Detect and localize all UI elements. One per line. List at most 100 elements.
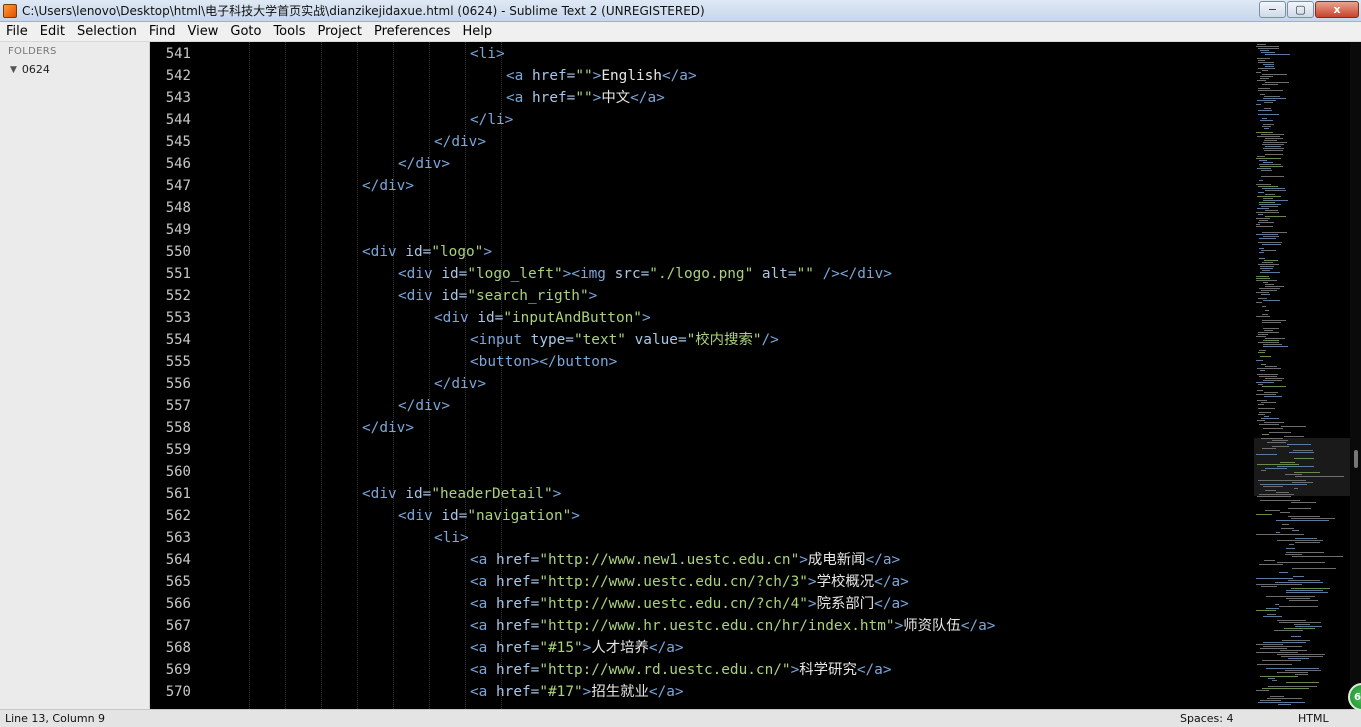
code-line[interactable]: </div> [434, 131, 486, 153]
minimap-viewport[interactable] [1254, 438, 1350, 496]
expand-arrow-icon[interactable]: ▼ [10, 65, 17, 75]
minimap-line [1262, 434, 1269, 435]
minimap-line [1261, 586, 1277, 587]
code-line[interactable]: <a href="#17">招生就业</a> [470, 681, 684, 703]
menu-goto[interactable]: Goto [224, 22, 267, 42]
menu-selection[interactable]: Selection [71, 22, 143, 42]
minimap-line [1258, 242, 1282, 243]
minimap-line [1262, 70, 1268, 71]
menu-help[interactable]: Help [456, 22, 498, 42]
folder-item-0624[interactable]: ▼ 0624 [10, 63, 149, 76]
code-line[interactable]: </div> [434, 373, 486, 395]
minimap-line [1257, 496, 1291, 497]
code-line[interactable]: <a href="http://www.uestc.edu.cn/?ch/3">… [470, 571, 909, 593]
code-line[interactable]: <div id="navigation"> [398, 505, 580, 527]
minimap-line [1259, 248, 1264, 249]
code-line[interactable]: <button></button> [470, 351, 617, 373]
indent-guide [285, 42, 286, 709]
code-line[interactable]: </div> [362, 417, 414, 439]
indentation-setting[interactable]: Spaces: 4 [1180, 712, 1233, 725]
code-line[interactable]: </li> [470, 109, 513, 131]
minimap-line [1286, 598, 1310, 599]
menu-project[interactable]: Project [311, 22, 367, 42]
minimap-line [1265, 510, 1280, 511]
minimap-line [1291, 502, 1316, 503]
scrollbar-thumb[interactable] [1354, 450, 1358, 468]
code-line[interactable]: <li> [434, 527, 469, 549]
minimap[interactable] [1254, 42, 1350, 709]
code-line[interactable]: <div id="inputAndButton"> [434, 307, 651, 329]
code-token-tag: <a [470, 596, 496, 612]
code-token-attr: href= [496, 662, 540, 678]
menu-file[interactable]: File [0, 22, 34, 42]
minimap-line [1263, 162, 1273, 163]
window-title: C:\Users\lenovo\Desktop\html\电子科技大学首页实战\… [22, 4, 705, 18]
code-line[interactable]: <li> [470, 43, 505, 65]
minimap-line [1277, 562, 1325, 563]
code-token-str: "headerDetail" [431, 486, 553, 502]
minimap-line [1266, 668, 1319, 669]
minimap-line [1256, 690, 1269, 691]
minimap-line [1267, 698, 1302, 699]
code-line[interactable]: <a href="">中文</a> [506, 87, 665, 109]
code-token-tag: <a [470, 640, 496, 656]
line-number: 561 [165, 486, 191, 502]
minimap-line [1263, 64, 1274, 65]
minimap-line [1256, 212, 1279, 213]
minimap-line [1256, 224, 1260, 225]
code-line[interactable]: <a href="http://www.new1.uestc.edu.cn">成… [470, 549, 900, 571]
menu-view[interactable]: View [182, 22, 225, 42]
menu-find[interactable]: Find [143, 22, 182, 42]
code-line[interactable]: <a href="">English</a> [506, 65, 697, 87]
maximize-button[interactable]: ▢ [1287, 1, 1314, 18]
minimap-line [1256, 226, 1273, 227]
minimap-line [1259, 258, 1265, 259]
menu-tools[interactable]: Tools [267, 22, 311, 42]
minimap-line [1289, 544, 1294, 545]
minimap-line [1259, 288, 1280, 289]
minimap-line [1265, 338, 1285, 339]
minimap-line [1260, 268, 1273, 269]
code-token-tag: </div> [434, 376, 486, 392]
code-token-tag: <a [506, 90, 532, 106]
code-line[interactable]: </div> [398, 395, 450, 417]
line-number: 555 [165, 354, 191, 370]
minimap-line [1258, 352, 1265, 353]
minimap-line [1256, 292, 1269, 293]
code-line[interactable]: <div id="logo_left"><img src="./logo.png… [398, 263, 892, 285]
code-token-tag: </div> [839, 266, 892, 282]
code-token-tag: <div [398, 266, 442, 282]
close-button[interactable]: x [1315, 1, 1359, 18]
code-line[interactable]: <a href="http://www.hr.uestc.edu.cn/hr/i… [470, 615, 995, 637]
minimap-line [1262, 262, 1273, 263]
minimap-line [1257, 464, 1299, 465]
code-line[interactable]: <input type="text" value="校内搜索"/> [470, 329, 779, 351]
code-line[interactable]: <a href="http://www.uestc.edu.cn/?ch/4">… [470, 593, 909, 615]
minimap-line [1263, 486, 1283, 487]
vertical-scrollbar[interactable] [1350, 42, 1361, 709]
code-line[interactable]: <div id="search_rigth"> [398, 285, 597, 307]
code-line[interactable]: <a href="http://www.rd.uestc.edu.cn/">科学… [470, 659, 892, 681]
code-editor[interactable]: 541 542 543 544 545 546 547 548 549 550 551 552 553 5… [151, 42, 1254, 709]
minimize-button[interactable]: − [1259, 1, 1286, 18]
code-line[interactable]: <div id="logo"> [362, 241, 492, 263]
minimap-line [1257, 156, 1265, 157]
code-line[interactable]: <a href="#15">人才培养</a> [470, 637, 684, 659]
menu-edit[interactable]: Edit [34, 22, 71, 42]
minimap-line [1295, 538, 1317, 539]
minimap-line [1282, 640, 1310, 641]
code-line[interactable]: </div> [398, 153, 450, 175]
minimap-line [1263, 124, 1274, 125]
code-line[interactable]: <div id="headerDetail"> [362, 483, 561, 505]
minimap-line [1264, 140, 1277, 141]
cursor-position: Line 13, Column 9 [5, 712, 106, 725]
minimap-line [1265, 194, 1275, 195]
menu-preferences[interactable]: Preferences [368, 22, 456, 42]
syntax-selector[interactable]: HTML [1298, 712, 1329, 725]
minimap-line [1259, 160, 1267, 161]
code-line[interactable]: </div> [362, 175, 414, 197]
code-token-tag: /> [761, 332, 779, 348]
code-token-str: "http://www.uestc.edu.cn/?ch/4" [539, 596, 808, 612]
minimap-line [1261, 418, 1279, 419]
code-token-tag: <div [398, 288, 442, 304]
